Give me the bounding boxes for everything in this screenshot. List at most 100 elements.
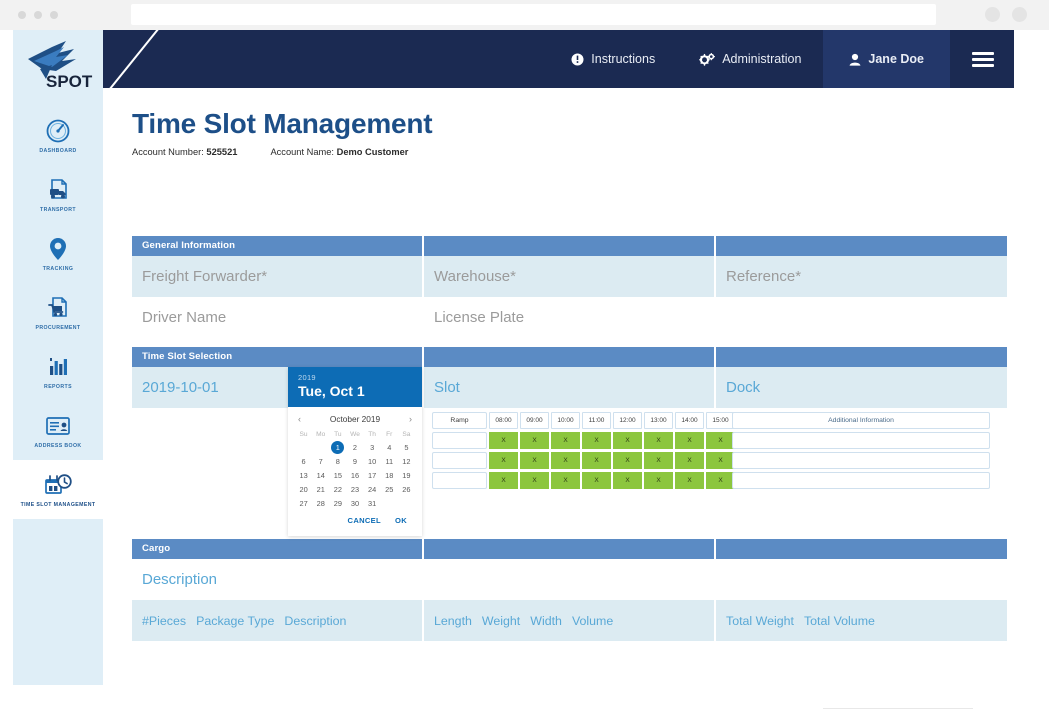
slot-cell[interactable]: X bbox=[582, 452, 611, 469]
slot-cell[interactable]: X bbox=[582, 472, 611, 489]
slot-field[interactable]: Slot bbox=[424, 367, 716, 408]
calendar-day[interactable]: 3 bbox=[364, 440, 381, 454]
calendar-day-selected[interactable]: 1 bbox=[329, 440, 346, 454]
date-picker-ok-button[interactable]: OK bbox=[395, 516, 407, 525]
calendar-day[interactable]: 26 bbox=[398, 482, 415, 496]
slot-cell[interactable]: X bbox=[675, 452, 704, 469]
time-column-header: 14:00 bbox=[675, 412, 704, 429]
ramp-name-input[interactable] bbox=[432, 432, 487, 449]
driver-name-field[interactable]: Driver Name bbox=[132, 297, 424, 338]
dock-field[interactable]: Dock bbox=[716, 367, 1007, 408]
calendar-day[interactable]: 6 bbox=[295, 454, 312, 468]
window-dot-close[interactable] bbox=[18, 11, 26, 19]
warehouse-field[interactable]: Warehouse* bbox=[424, 256, 716, 297]
license-plate-field[interactable]: License Plate bbox=[424, 297, 716, 338]
calendar-day[interactable]: 8 bbox=[329, 454, 346, 468]
calendar-day[interactable]: 20 bbox=[295, 482, 312, 496]
slot-cell[interactable]: X bbox=[644, 432, 673, 449]
calendar-day[interactable]: 14 bbox=[312, 468, 329, 482]
browser-action-icon-2[interactable] bbox=[1012, 7, 1027, 22]
calendar-day[interactable]: 4 bbox=[381, 440, 398, 454]
slot-cell[interactable]: X bbox=[613, 432, 642, 449]
slot-cell[interactable]: X bbox=[706, 432, 735, 449]
slot-cell[interactable]: X bbox=[520, 472, 549, 489]
calendar-day[interactable]: 7 bbox=[312, 454, 329, 468]
slot-cell[interactable]: X bbox=[489, 472, 518, 489]
sidebar-item-procurement[interactable]: PROCUREMENT bbox=[13, 283, 103, 342]
slot-cell[interactable]: X bbox=[613, 452, 642, 469]
time-column-header: 15:00 bbox=[706, 412, 735, 429]
calendar-day[interactable]: 11 bbox=[381, 454, 398, 468]
slot-cell[interactable]: X bbox=[489, 432, 518, 449]
calendar-day[interactable]: 16 bbox=[346, 468, 363, 482]
calendar-day[interactable]: 19 bbox=[398, 468, 415, 482]
slot-cell[interactable]: X bbox=[644, 452, 673, 469]
slot-cell[interactable]: X bbox=[489, 452, 518, 469]
slot-cell[interactable]: X bbox=[706, 452, 735, 469]
additional-information-input[interactable] bbox=[732, 452, 990, 469]
sidebar-item-tracking[interactable]: TRACKING bbox=[13, 224, 103, 283]
slot-cell[interactable]: X bbox=[520, 432, 549, 449]
calendar-day[interactable]: 22 bbox=[329, 482, 346, 496]
ramp-name-input[interactable] bbox=[432, 452, 487, 469]
window-dot-minimize[interactable] bbox=[34, 11, 42, 19]
calendar-day[interactable]: 15 bbox=[329, 468, 346, 482]
calendar-day[interactable]: 17 bbox=[364, 468, 381, 482]
slot-cell[interactable]: X bbox=[675, 472, 704, 489]
calendar-day[interactable]: 10 bbox=[364, 454, 381, 468]
next-month-icon[interactable]: › bbox=[409, 414, 412, 424]
calendar-day[interactable]: 18 bbox=[381, 468, 398, 482]
sidebar-item-reports[interactable]: REPORTS bbox=[13, 342, 103, 401]
additional-information-input[interactable] bbox=[732, 432, 990, 449]
calendar-day[interactable]: 24 bbox=[364, 482, 381, 496]
calendar-day[interactable]: 28 bbox=[312, 496, 329, 510]
slot-cell[interactable]: X bbox=[551, 452, 580, 469]
calendar-day[interactable]: 31 bbox=[364, 496, 381, 510]
date-picker[interactable]: 2019 Tue, Oct 1 ‹ October 2019 › bbox=[288, 367, 422, 536]
sidebar: SPOT DASHBOARD bbox=[13, 30, 103, 685]
general-info-row-1: Freight Forwarder* Warehouse* Reference* bbox=[132, 256, 1007, 297]
calendar-day[interactable]: 12 bbox=[398, 454, 415, 468]
slot-cell[interactable]: X bbox=[520, 452, 549, 469]
calendar-day[interactable]: 5 bbox=[398, 440, 415, 454]
calendar-day[interactable]: 23 bbox=[346, 482, 363, 496]
calendar-day[interactable]: 25 bbox=[381, 482, 398, 496]
slot-grid-row: X X X X X X X X bbox=[432, 432, 735, 449]
date-picker-cancel-button[interactable]: CANCEL bbox=[348, 516, 381, 525]
sidebar-item-time-slot-management[interactable]: TIME SLOT MANAGEMENT bbox=[13, 460, 103, 519]
additional-information-input[interactable] bbox=[732, 472, 990, 489]
nav-instructions[interactable]: Instructions bbox=[549, 30, 677, 88]
nav-administration[interactable]: Administration bbox=[677, 30, 823, 88]
hamburger-menu-button[interactable] bbox=[950, 30, 1014, 88]
window-dot-maximize[interactable] bbox=[50, 11, 58, 19]
calendar-day[interactable]: 9 bbox=[346, 454, 363, 468]
prev-month-icon[interactable]: ‹ bbox=[298, 414, 301, 424]
calendar-day[interactable]: 21 bbox=[312, 482, 329, 496]
slot-cell[interactable]: X bbox=[551, 472, 580, 489]
sidebar-item-dashboard[interactable]: DASHBOARD bbox=[13, 106, 103, 165]
sidebar-item-transport[interactable]: TRANSPORT bbox=[13, 165, 103, 224]
spot-logo[interactable]: SPOT bbox=[13, 30, 103, 92]
address-bar[interactable] bbox=[131, 4, 936, 25]
top-navigation-bar: Instructions Administration bbox=[103, 30, 1014, 88]
calendar-day[interactable]: 27 bbox=[295, 496, 312, 510]
slot-cell[interactable]: X bbox=[675, 432, 704, 449]
calendar-day[interactable]: 2 bbox=[346, 440, 363, 454]
ramp-name-input[interactable] bbox=[432, 472, 487, 489]
sidebar-item-address-book[interactable]: ADDRESS BOOK bbox=[13, 401, 103, 460]
slot-cell[interactable]: X bbox=[644, 472, 673, 489]
freight-forwarder-field[interactable]: Freight Forwarder* bbox=[132, 256, 424, 297]
cargo-description-field[interactable]: Description bbox=[132, 559, 1007, 600]
nav-user-account[interactable]: Jane Doe bbox=[823, 30, 950, 88]
slot-cell[interactable]: X bbox=[551, 432, 580, 449]
calendar-day[interactable]: 30 bbox=[346, 496, 363, 510]
cargo-column-width: Width bbox=[520, 614, 562, 628]
slot-cell[interactable]: X bbox=[613, 472, 642, 489]
browser-action-icon-1[interactable] bbox=[985, 7, 1000, 22]
reference-field[interactable]: Reference* bbox=[716, 256, 1007, 297]
slot-cell[interactable]: X bbox=[706, 472, 735, 489]
calendar-day[interactable]: 29 bbox=[329, 496, 346, 510]
slot-cell[interactable]: X bbox=[582, 432, 611, 449]
calendar-day[interactable]: 13 bbox=[295, 468, 312, 482]
time-column-header: 09:00 bbox=[520, 412, 549, 429]
